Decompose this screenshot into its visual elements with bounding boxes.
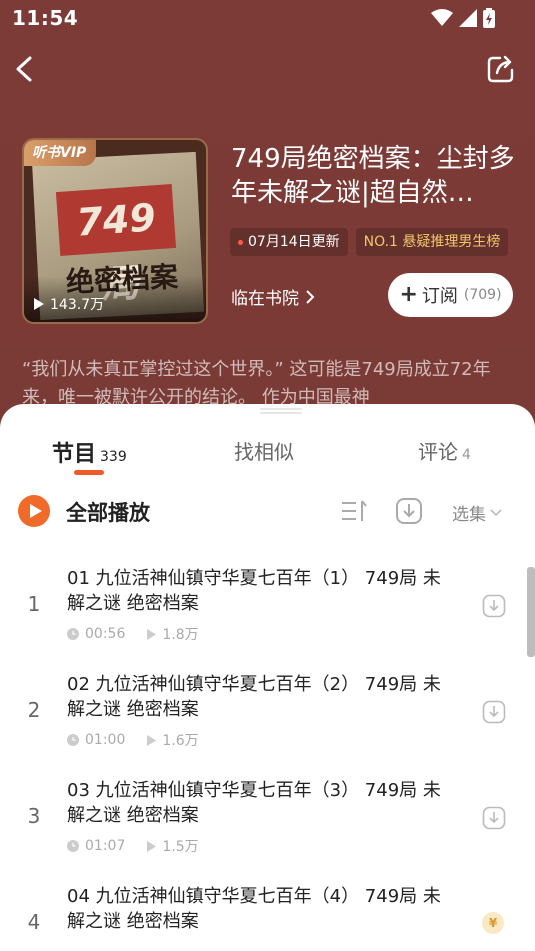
book-tags: 07月14日更新 NO.1 悬疑推理男生榜 — [230, 228, 515, 256]
chevron-down-icon — [490, 508, 502, 516]
tab-comments-label: 评论 — [418, 440, 458, 464]
episode-duration: 01:07 — [67, 836, 125, 856]
cover-plays-text: 143.7万 — [50, 297, 105, 313]
play-count-icon — [147, 840, 157, 852]
book-header: 11:54 749局 绝密档案 听书VIP 143.7万 749局绝密档案：尘封… — [0, 0, 535, 440]
subscribe-count: (709) — [463, 287, 502, 303]
episode-sheet: 节目 339 找相似 评论 4 全部播放 选集 1 01 九位活神仙镇守华夏七百… — [0, 404, 535, 951]
subscribe-button[interactable]: + 订阅 (709) — [388, 273, 513, 317]
episode-duration-text: 01:07 — [85, 838, 126, 854]
episode-meta: 01:00 1.6万 — [67, 730, 199, 750]
episode-plays: 1.5万 — [147, 836, 199, 856]
book-intro[interactable]: “我们从未真正掌控过这个世界。” 这可能是749局成立72年来，唯一被默许公开的… — [22, 356, 502, 410]
play-all-button[interactable]: 全部播放 — [66, 497, 150, 527]
chevron-left-icon[interactable] — [12, 54, 38, 84]
subscribe-label: 订阅 — [421, 286, 458, 307]
update-tag: 07月14日更新 — [230, 228, 348, 256]
select-episodes-label: 选集 — [452, 505, 486, 525]
episode-duration-text: 01:00 — [85, 732, 126, 748]
episode-plays-text: 1.6万 — [162, 733, 199, 749]
episode-meta: 01:07 1.5万 — [67, 836, 199, 856]
episode-index: 2 — [27, 698, 41, 722]
list-item[interactable]: 2 02 九位活神仙镇守华夏七百年（2） 749局 未解之谜 绝密档案 01:0… — [0, 660, 535, 766]
list-item[interactable]: 4 04 九位活神仙镇守华夏七百年（4） 749局 未解之谜 绝密档案 ¥ — [0, 872, 535, 951]
episode-index: 4 — [27, 910, 41, 934]
episode-title: 03 九位活神仙镇守华夏七百年（3） 749局 未解之谜 绝密档案 — [67, 780, 441, 826]
tab-comments[interactable]: 评论 4 — [418, 436, 471, 465]
episode-plays: 1.6万 — [147, 730, 199, 750]
download-icon[interactable] — [482, 594, 506, 618]
play-all-icon[interactable] — [18, 495, 50, 527]
clock-icon — [67, 734, 79, 746]
episode-plays-text: 1.8万 — [162, 627, 199, 643]
play-count-icon — [147, 734, 157, 746]
cover-play-count: 143.7万 — [34, 294, 104, 314]
author-name: 临在书院 — [231, 289, 299, 309]
tab-episodes-count: 339 — [100, 449, 127, 465]
episode-index: 3 — [27, 804, 41, 828]
episode-plays-text: 1.5万 — [162, 839, 199, 855]
episode-index: 1 — [27, 592, 41, 616]
episode-meta: 00:56 1.8万 — [67, 624, 199, 644]
tab-similar[interactable]: 找相似 — [234, 436, 294, 465]
tab-comments-count: 4 — [462, 447, 471, 463]
tab-episodes-label: 节目 — [52, 442, 97, 467]
episode-duration: 01:00 — [67, 730, 125, 750]
status-bar: 11:54 — [0, 0, 535, 36]
scrollbar[interactable] — [527, 567, 535, 657]
signal-icon — [459, 9, 477, 27]
play-all-row: 全部播放 选集 — [0, 492, 535, 532]
status-icons — [431, 8, 495, 28]
update-dot-icon — [238, 239, 243, 245]
episode-duration: 00:56 — [67, 624, 125, 644]
tab-similar-label: 找相似 — [234, 440, 294, 464]
battery-icon — [483, 8, 495, 28]
book-cover[interactable]: 749局 绝密档案 听书VIP 143.7万 — [22, 138, 208, 324]
update-tag-text: 07月14日更新 — [248, 234, 340, 250]
book-title: 749局绝密档案：尘封多年未解之谜|超自然… — [231, 144, 515, 208]
vip-badge: 听书VIP — [24, 140, 97, 166]
download-icon[interactable] — [482, 806, 506, 830]
tab-episodes[interactable]: 节目 339 — [52, 436, 127, 468]
clock-icon — [67, 628, 79, 640]
play-count-icon — [34, 298, 44, 310]
sort-icon[interactable] — [340, 499, 368, 523]
status-time: 11:54 — [12, 6, 79, 30]
sheet-handle[interactable] — [260, 408, 302, 414]
cover-stamp: 749局 — [55, 184, 177, 307]
clock-icon — [67, 840, 79, 852]
episode-title: 02 九位活神仙镇守华夏七百年（2） 749局 未解之谜 绝密档案 — [67, 674, 441, 720]
rank-tag[interactable]: NO.1 悬疑推理男生榜 — [355, 228, 509, 256]
share-icon[interactable] — [486, 54, 516, 84]
download-icon[interactable] — [482, 700, 506, 724]
play-count-icon — [147, 628, 157, 640]
episode-plays: 1.8万 — [147, 624, 199, 644]
episode-duration-text: 00:56 — [85, 626, 126, 642]
chevron-right-icon — [306, 289, 315, 304]
wifi-icon — [431, 9, 453, 26]
select-episodes-button[interactable]: 选集 — [452, 500, 502, 525]
list-item[interactable]: 3 03 九位活神仙镇守华夏七百年（3） 749局 未解之谜 绝密档案 01:0… — [0, 766, 535, 872]
paid-yen-icon[interactable]: ¥ — [482, 912, 504, 934]
episode-list: 1 01 九位活神仙镇守华夏七百年（1） 749局 未解之谜 绝密档案 00:5… — [0, 554, 535, 951]
episode-title: 01 九位活神仙镇守华夏七百年（1） 749局 未解之谜 绝密档案 — [67, 568, 441, 614]
list-item[interactable]: 1 01 九位活神仙镇守华夏七百年（1） 749局 未解之谜 绝密档案 00:5… — [0, 554, 535, 660]
episode-title: 04 九位活神仙镇守华夏七百年（4） 749局 未解之谜 绝密档案 — [67, 886, 441, 932]
plus-icon: + — [399, 282, 418, 307]
author-link[interactable]: 临在书院 — [231, 284, 315, 309]
tab-indicator — [74, 470, 104, 475]
download-all-icon[interactable] — [394, 496, 424, 526]
